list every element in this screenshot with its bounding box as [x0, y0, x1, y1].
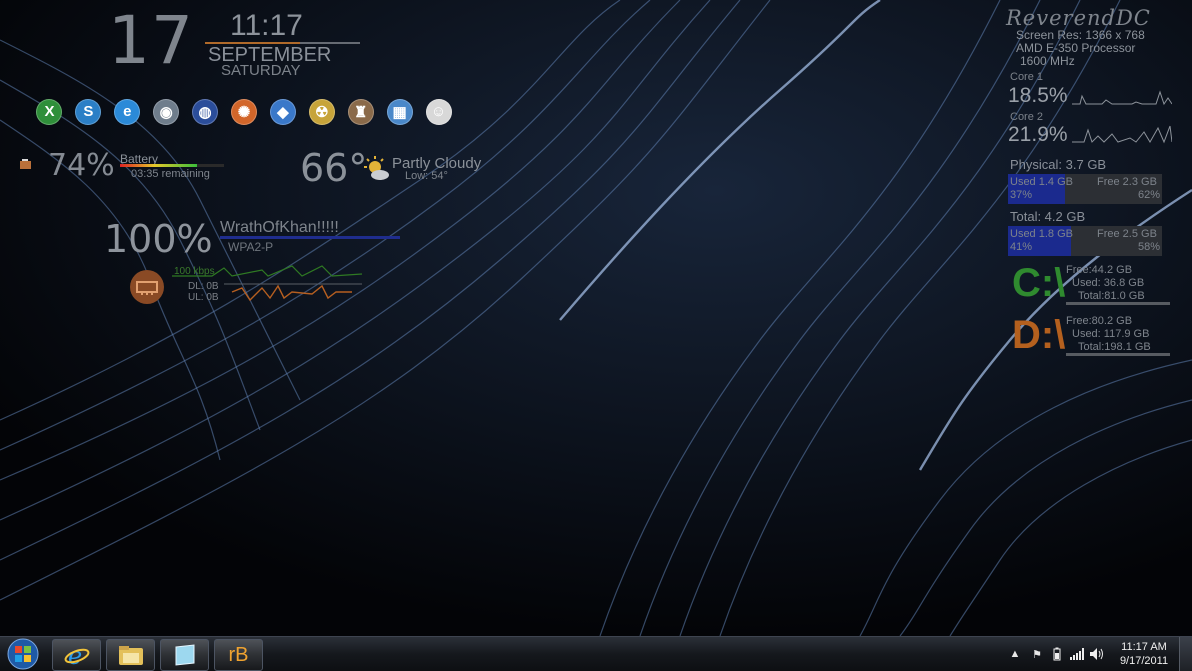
crest-icon: ♜ [347, 98, 374, 125]
app-launcher: X Se ◉ ◍ ✺ ◆ ☢ ♜ ▦ ☺ [34, 96, 454, 128]
control-panel-icon: ▦ [386, 98, 413, 125]
excel-icon: X [36, 98, 63, 125]
drive-d-total: Total:198.1 GB [1078, 341, 1151, 353]
show-hidden-icons-icon[interactable]: ▲ [1007, 646, 1023, 662]
launcher-games[interactable]: ◆ [267, 96, 298, 127]
wifi-signal-percent: 100% [104, 217, 213, 261]
taskbar-window-app[interactable] [160, 639, 209, 671]
folder-icon [118, 646, 143, 665]
steam-icon: ◉ [153, 98, 180, 125]
cpu-speed: 1600 MHz [1020, 54, 1075, 68]
launcher-skype[interactable]: S [73, 96, 104, 127]
tray-clock[interactable]: 11:17 AM 9/17/2011 [1113, 640, 1175, 668]
launcher-control-panel[interactable]: ▦ [384, 96, 415, 127]
memory-total-used: Used 1.8 GB [1010, 228, 1073, 240]
memory-total-free: Free 2.5 GB [1097, 228, 1157, 240]
launcher-ubuntu[interactable]: ✺ [229, 96, 260, 127]
core2-value: 21.9% [1008, 123, 1068, 146]
tray-date: 9/17/2011 [1119, 655, 1169, 667]
cpu-name: AMD E-350 Processor [1016, 41, 1136, 55]
memory-physical-used-pct: 37% [1010, 189, 1033, 201]
taskbar-rainbar[interactable]: rB [214, 639, 263, 671]
start-button[interactable] [4, 638, 42, 670]
drive-c-free: Free:44.2 GB [1066, 264, 1133, 276]
wifi-signal-tray-icon[interactable] [1069, 646, 1085, 662]
volume-icon[interactable] [1089, 646, 1105, 662]
launcher-steam[interactable]: ◉ [151, 96, 182, 127]
windows-app-icon [175, 644, 194, 666]
memory-physical-title: Physical: 3.7 GB [1010, 157, 1107, 172]
core1-value: 18.5% [1008, 84, 1068, 107]
launcher-fallout[interactable]: ☢ [306, 96, 337, 127]
drive-c-underline [1066, 302, 1170, 305]
wifi-security: WPA2-P [228, 240, 274, 254]
drive-c-letter[interactable]: C:\ [1012, 262, 1065, 304]
network-upload-rate: 100 kbps [174, 266, 215, 277]
memory-physical-used: Used 1.4 GB [1010, 176, 1073, 188]
drive-d-underline [1066, 353, 1170, 356]
memory-total-used-pct: 41% [1010, 241, 1033, 253]
taskbar: e rB ▲ ⚑ 11:17 AM 9/17/2011 [0, 636, 1192, 671]
battery-level-bar [120, 164, 197, 167]
clock-day: 17 [108, 2, 194, 79]
windows-logo-icon [7, 638, 39, 670]
firefox-icon: ◍ [192, 98, 219, 125]
internet-explorer-icon: e [114, 98, 141, 125]
launcher-firefox[interactable]: ◍ [190, 96, 221, 127]
battery-remaining: 03:35 remaining [131, 168, 210, 180]
weather-temperature: 66° [300, 146, 368, 190]
drive-d-used: Used: 117.9 GB [1072, 328, 1150, 340]
ubuntu-icon: ✺ [230, 98, 257, 125]
memory-physical-free: Free 2.3 GB [1097, 176, 1157, 188]
battery-percent: 74% [48, 148, 115, 183]
launcher-internet-explorer[interactable]: e [112, 96, 143, 127]
rainbar-icon: rB [228, 643, 249, 666]
core2-label: Core 2 [1010, 111, 1044, 123]
wifi-ssid: WrathOfKhan!!!!! [220, 219, 339, 236]
core1-graph [1072, 90, 1172, 106]
tray-time: 11:17 AM [1121, 641, 1167, 653]
drive-d-letter[interactable]: D:\ [1012, 314, 1065, 356]
skype-icon: S [75, 98, 102, 125]
clock-weekday: SATURDAY [221, 62, 301, 79]
memory-total-title: Total: 4.2 GB [1010, 209, 1086, 224]
network-upload-label: UL: 0B [188, 292, 219, 303]
partly-cloudy-icon [364, 156, 389, 180]
taskbar-internet-explorer[interactable]: e [52, 639, 101, 671]
launcher-excel[interactable]: X [34, 96, 65, 127]
core1-label: Core 1 [1010, 71, 1044, 83]
wifi-signal-bar [220, 236, 400, 239]
memory-physical-free-pct: 62% [1138, 189, 1161, 201]
clock-time: 11:17 [230, 9, 303, 42]
fallout-icon: ☢ [308, 98, 335, 125]
launcher-crest[interactable]: ♜ [345, 96, 376, 127]
battery-icon [20, 159, 31, 169]
memory-total-free-pct: 58% [1138, 241, 1161, 253]
internet-explorer-icon: e [64, 642, 89, 668]
screen-resolution: Screen Res: 1366 x 768 [1016, 28, 1145, 42]
portrait-icon: ☺ [425, 98, 452, 125]
games-icon: ◆ [269, 98, 296, 125]
network-icon [130, 270, 164, 304]
action-center-flag-icon[interactable]: ⚑ [1029, 646, 1045, 662]
battery-tray-icon[interactable] [1049, 646, 1065, 662]
system-tray: ▲ ⚑ 11:17 AM 9/17/2011 [1007, 637, 1192, 671]
weather-low: Low: 54° [405, 170, 448, 182]
username: ReverendDC [1006, 6, 1151, 30]
core2-graph [1072, 125, 1172, 144]
launcher-portrait[interactable]: ☺ [423, 96, 454, 127]
network-download-label: DL: 0B [188, 281, 219, 292]
drive-d-free: Free:80.2 GB [1066, 315, 1133, 327]
drive-c-total: Total:81.0 GB [1078, 290, 1145, 302]
taskbar-file-explorer[interactable] [106, 639, 155, 671]
show-desktop-button[interactable] [1179, 637, 1192, 671]
drive-c-used: Used: 36.8 GB [1072, 277, 1145, 289]
